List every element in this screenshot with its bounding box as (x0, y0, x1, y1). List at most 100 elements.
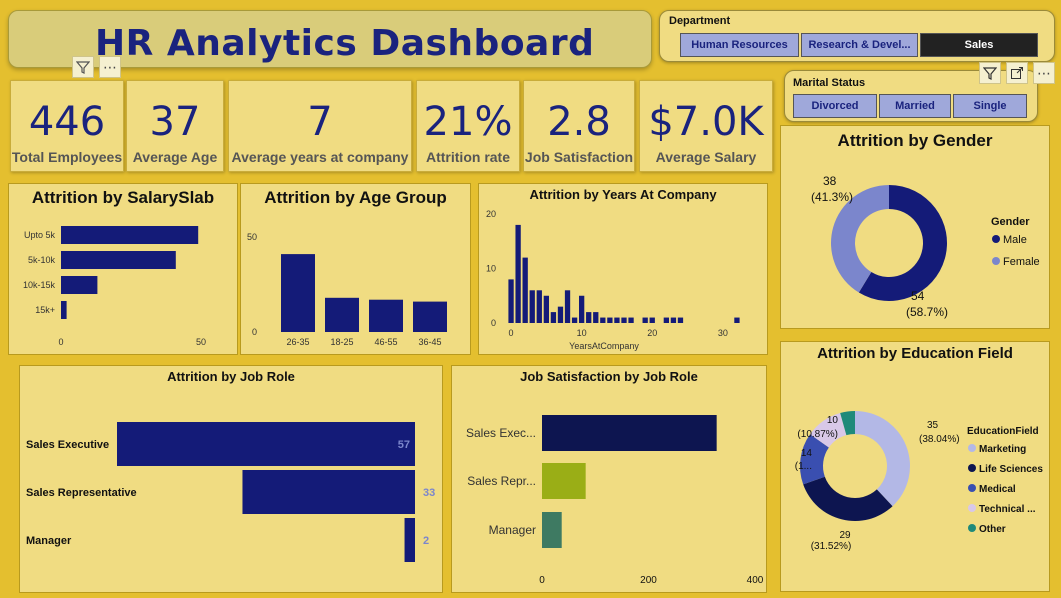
more-options-icon[interactable]: ⋯ (99, 56, 121, 78)
tick-label: 30 (718, 328, 728, 338)
bar (117, 422, 415, 466)
bar (649, 317, 655, 323)
bar (628, 317, 634, 323)
kpi-job-satisfaction: 2.8 Job Satisfaction (523, 80, 635, 172)
bar (61, 301, 67, 319)
category-label: 5k-10k (28, 255, 56, 265)
bar (734, 317, 740, 323)
bar (242, 470, 415, 514)
percent-label: (1... (795, 461, 812, 472)
chart-job-satisfaction: Job Satisfaction by Job Role Sales Exec.… (451, 365, 767, 593)
kpi-total-employees: 446 Total Employees (10, 80, 124, 172)
kpi-label: Total Employees (11, 149, 123, 165)
kpi-average-salary: $7.0K Average Salary (639, 80, 773, 172)
more-options-icon[interactable]: ⋯ (1033, 62, 1055, 84)
category-label: Sales Executive (26, 439, 109, 451)
tick-label: 20 (486, 209, 496, 219)
filter-icon[interactable] (979, 62, 1001, 84)
percent-label: (58.7%) (906, 305, 948, 319)
tick-label: 10 (577, 328, 587, 338)
bar (281, 254, 315, 332)
data-label: 35 (927, 420, 939, 431)
bar (600, 317, 606, 323)
gender-chart-svg: 54 (58.7%) 38 (41.3%) Gender Male Female (811, 174, 1040, 319)
salary-chart-svg: Upto 5k 5k-10k 10k-15k 15k+ 0 50 (23, 226, 206, 347)
data-label: 29 (839, 530, 851, 541)
legend-label: Medical (979, 484, 1016, 495)
data-label: 54 (911, 289, 925, 303)
tick-label: 20 (647, 328, 657, 338)
chart-salary-slab: Attrition by SalarySlab Upto 5k 5k-10k 10k… (8, 183, 238, 355)
job-satisfaction-chart-svg: Sales Exec... Sales Repr... Manager 0 200 400 (466, 415, 764, 586)
marital-option-single[interactable]: Single (953, 94, 1027, 118)
tick-label: 50 (196, 337, 206, 347)
category-label: Sales Representative (26, 487, 137, 499)
tick-label: 400 (747, 575, 764, 586)
bar (404, 518, 415, 562)
category-label: 36-45 (418, 337, 441, 347)
bar (586, 312, 592, 323)
job-role-chart-svg: Sales Executive 57 Sales Representative 33 M… (26, 422, 435, 562)
kpi-value: $7.0K (648, 99, 764, 145)
legend-label: Female (1003, 256, 1040, 268)
legend-label: Technical ... (979, 504, 1036, 515)
pie-slice (855, 411, 910, 507)
category-label: 15k+ (35, 305, 55, 315)
legend-marker (992, 235, 1000, 243)
bar (413, 301, 447, 332)
bar (61, 276, 98, 294)
legend-marker (968, 524, 976, 532)
focus-mode-icon[interactable] (1006, 62, 1028, 84)
category-label: 18-25 (330, 337, 353, 347)
bar (61, 226, 199, 244)
legend-marker (968, 464, 976, 472)
tick-label: 200 (640, 575, 657, 586)
percent-label: (38.04%) (919, 434, 960, 445)
chart-age-group: Attrition by Age Group 50 0 26-35 18-25 46-5… (240, 183, 471, 355)
kpi-label: Average Age (132, 149, 218, 165)
bar (607, 317, 613, 323)
tick-label: 0 (509, 328, 514, 338)
tick-label: 10 (486, 264, 496, 274)
department-option-research[interactable]: Research & Devel... (801, 33, 918, 57)
bar (543, 295, 549, 323)
tick-label: 0 (252, 327, 257, 337)
data-label: 10 (827, 415, 839, 426)
bar (542, 463, 586, 499)
bar (325, 297, 359, 332)
bar (536, 290, 542, 323)
department-option-sales[interactable]: Sales (920, 33, 1038, 57)
years-chart-svg: 0 10 20 0 10 20 30 YearsAtCompany (486, 209, 740, 351)
bar (642, 317, 648, 323)
legend-marker (968, 444, 976, 452)
tick-label: 0 (539, 575, 545, 586)
bar (564, 290, 571, 323)
data-label: 38 (823, 174, 837, 188)
legend-marker (992, 257, 1000, 265)
legend-marker (968, 484, 976, 492)
bar (621, 317, 627, 323)
filter-icon[interactable] (72, 56, 94, 78)
kpi-average-years: 7 Average years at company (228, 80, 412, 172)
legend-label: Other (979, 524, 1006, 535)
percent-label: (41.3%) (811, 190, 853, 204)
chart-years-at-company: Attrition by Years At Company 0 10 20 0 10 20… (478, 183, 768, 355)
kpi-average-age: 37 Average Age (126, 80, 224, 172)
department-option-human-resources[interactable]: Human Resources (680, 33, 799, 57)
bar (579, 295, 585, 323)
bar (663, 317, 669, 323)
marital-option-divorced[interactable]: Divorced (793, 94, 877, 118)
legend-marker (968, 504, 976, 512)
category-label: Upto 5k (24, 230, 56, 240)
legend-title: Gender (991, 216, 1030, 228)
kpi-label: Job Satisfaction (524, 149, 634, 165)
category-label: Sales Repr... (467, 474, 536, 488)
department-slicer-title: Department (669, 15, 731, 27)
chart-job-role: Attrition by Job Role Sales Executive 57 S… (19, 365, 443, 593)
category-label: 10k-15k (23, 280, 56, 290)
data-label: 57 (398, 439, 410, 451)
tick-label: 0 (491, 318, 496, 328)
bar (670, 317, 677, 323)
marital-option-married[interactable]: Married (879, 94, 951, 118)
bar (557, 306, 564, 323)
